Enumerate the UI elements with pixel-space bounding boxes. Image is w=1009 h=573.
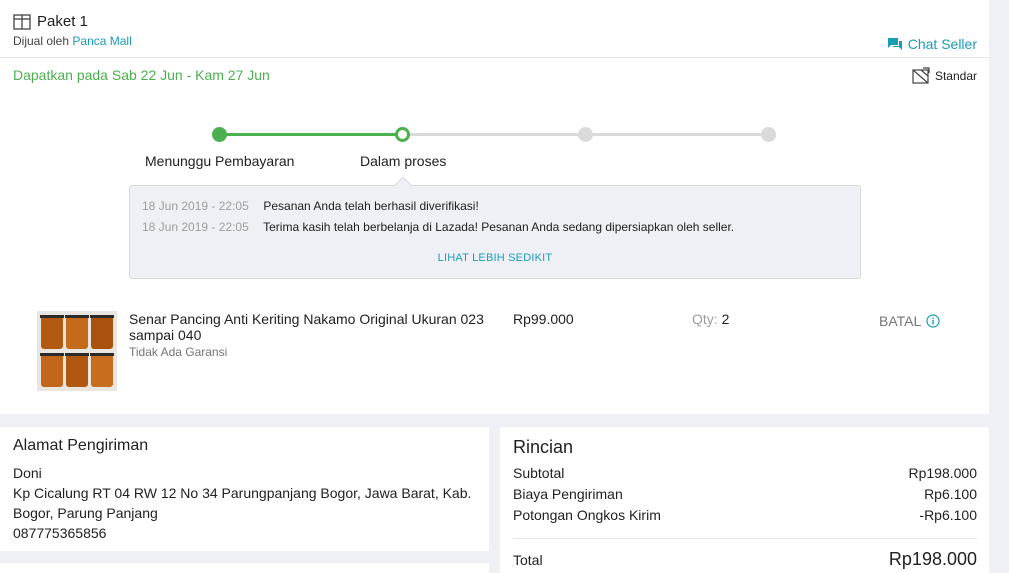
chat-seller-button[interactable]: Chat Seller xyxy=(887,36,977,52)
address-line: Kp Cicalung RT 04 RW 12 No 34 Parungpanj… xyxy=(13,485,472,521)
track-segment-done xyxy=(220,133,403,136)
package-header: Paket 1 Dijual oleh Panca Mall Chat Sell… xyxy=(0,0,989,58)
package-icon xyxy=(13,13,31,30)
order-history-panel: 18 Jun 2019 - 22:05 Pesanan Anda telah b… xyxy=(129,176,861,279)
summary-row: Potongan Ongkos Kirim -Rp6.100 xyxy=(513,507,977,523)
item-status: BATAL xyxy=(879,313,940,329)
item-quantity: Qty: 2 xyxy=(692,311,729,327)
total-label: Total xyxy=(513,552,543,568)
history-entry: 18 Jun 2019 - 22:05 Pesanan Anda telah b… xyxy=(142,199,479,213)
summary-divider xyxy=(513,538,977,539)
fishing-line-spools-image xyxy=(37,311,117,391)
recipient-name: Doni xyxy=(13,465,42,481)
summary-row-value: Rp6.100 xyxy=(924,486,977,502)
shipping-address-card: Alamat Pengiriman Doni Kp Cicalung RT 04… xyxy=(0,427,489,551)
address-title: Alamat Pengiriman xyxy=(13,437,149,454)
step-dot-4 xyxy=(761,127,776,142)
delivery-estimate: Dapatkan pada Sab 22 Jun - Kam 27 Jun xyxy=(13,67,270,83)
shipping-type: Standar xyxy=(911,67,977,85)
total-row: Total Rp198.000 xyxy=(513,549,977,570)
package-card: Paket 1 Dijual oleh Panca Mall Chat Sell… xyxy=(0,0,989,414)
warranty-info: Tidak Ada Garansi xyxy=(129,345,228,359)
history-caret xyxy=(394,176,412,194)
summary-row-label: Potongan Ongkos Kirim xyxy=(513,507,661,523)
summary-row-label: Subtotal xyxy=(513,465,565,481)
billing-address-card xyxy=(0,563,489,573)
product-image[interactable] xyxy=(37,311,117,391)
history-time: 18 Jun 2019 - 22:05 xyxy=(142,220,249,234)
history-entry: 18 Jun 2019 - 22:05 Terima kasih telah b… xyxy=(142,220,734,234)
step-dot-2 xyxy=(395,127,410,142)
step-label-2: Dalam proses xyxy=(360,153,447,169)
show-less-link[interactable]: LIHAT LEBIH SEDIKIT xyxy=(130,252,860,264)
summary-row-value: -Rp6.100 xyxy=(919,507,977,523)
package-title-text: Paket 1 xyxy=(37,13,88,30)
history-message: Pesanan Anda telah berhasil diverifikasi… xyxy=(263,199,479,213)
sold-by-label: Dijual oleh xyxy=(13,34,70,48)
seller-link[interactable]: Panca Mall xyxy=(72,34,131,48)
shipping-box-icon xyxy=(912,67,930,84)
sold-by: Dijual oleh Panca Mall xyxy=(13,34,132,48)
step-dot-3 xyxy=(578,127,593,142)
step-dot-1 xyxy=(212,127,227,142)
qty-value: 2 xyxy=(721,311,730,327)
history-time: 18 Jun 2019 - 22:05 xyxy=(142,199,249,213)
info-icon[interactable] xyxy=(926,314,940,328)
chat-seller-label: Chat Seller xyxy=(907,36,977,52)
summary-row: Biaya Pengiriman Rp6.100 xyxy=(513,486,977,502)
status-text: BATAL xyxy=(879,313,922,329)
item-price: Rp99.000 xyxy=(513,311,574,327)
recipient-phone: 087775365856 xyxy=(13,525,107,541)
summary-title: Rincian xyxy=(513,437,574,457)
product-name-link[interactable]: Senar Pancing Anti Keriting Nakamo Origi… xyxy=(129,311,489,343)
total-value: Rp198.000 xyxy=(888,549,977,569)
order-summary-card: Rincian Subtotal Rp198.000 Biaya Pengiri… xyxy=(500,427,989,573)
qty-label: Qty: xyxy=(692,311,718,327)
step-label-1: Menunggu Pembayaran xyxy=(145,153,295,169)
summary-row-label: Biaya Pengiriman xyxy=(513,486,623,502)
package-title: Paket 1 xyxy=(13,13,88,30)
history-message: Terima kasih telah berbelanja di Lazada!… xyxy=(263,220,735,234)
order-progress-tracker: Menunggu Pembayaran Dalam proses xyxy=(0,118,989,178)
shipping-type-label: Standar xyxy=(934,69,977,83)
summary-row-value: Rp198.000 xyxy=(908,465,977,481)
chat-icon xyxy=(887,38,902,50)
summary-row: Subtotal Rp198.000 xyxy=(513,465,977,481)
